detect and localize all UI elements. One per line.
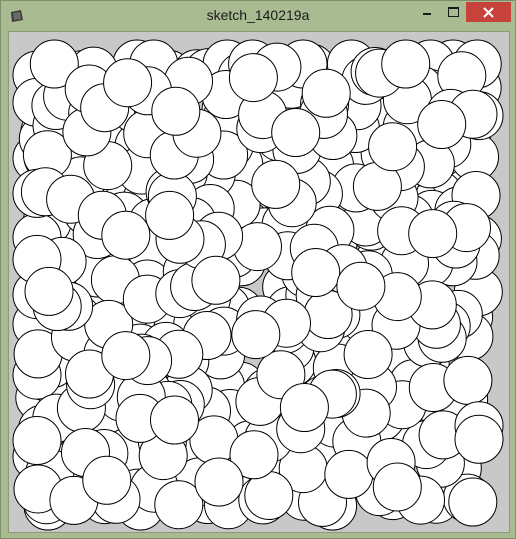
sketch-circle <box>291 248 341 297</box>
sketch-circle <box>417 100 467 149</box>
circle-field <box>12 39 504 531</box>
sketch-canvas[interactable] <box>8 31 510 533</box>
sketch-circle <box>343 330 393 379</box>
minimize-icon <box>423 13 431 15</box>
sketch-circle <box>145 190 195 240</box>
sketch-circle <box>228 53 278 103</box>
maximize-button[interactable] <box>440 2 466 22</box>
sketch-circle <box>191 255 241 305</box>
sketch-circle <box>279 383 329 432</box>
sketch-circle <box>454 414 504 464</box>
sketch-circle <box>271 108 321 157</box>
sketch-circle <box>194 457 244 507</box>
sketch-circle <box>372 462 422 512</box>
sketch-circle <box>150 395 199 445</box>
title-bar[interactable]: sketch_140219a <box>1 1 515 31</box>
sketch-circle <box>101 210 151 260</box>
sketch-circle <box>82 455 132 505</box>
sketch-circle <box>301 68 351 118</box>
sketch-circle <box>336 261 386 311</box>
sketch-circle <box>103 58 153 108</box>
close-button[interactable] <box>466 2 511 22</box>
sketch-circle <box>324 449 374 499</box>
close-icon <box>483 7 494 18</box>
sketch-circle <box>151 86 201 136</box>
sketch-circle <box>443 355 493 405</box>
sketch-circle <box>368 122 418 172</box>
sketch-circle <box>231 310 281 360</box>
minimize-button[interactable] <box>413 2 440 22</box>
sketch-circle <box>251 159 301 209</box>
sketch-circle <box>24 266 74 316</box>
sketch-circle <box>381 39 431 89</box>
maximize-icon <box>448 7 459 17</box>
sketch-circle <box>101 331 151 381</box>
sketch-circle <box>12 416 62 465</box>
sketch-window: sketch_140219a <box>0 0 516 539</box>
sketch-circle <box>448 477 498 527</box>
sketch-circle <box>408 209 458 259</box>
